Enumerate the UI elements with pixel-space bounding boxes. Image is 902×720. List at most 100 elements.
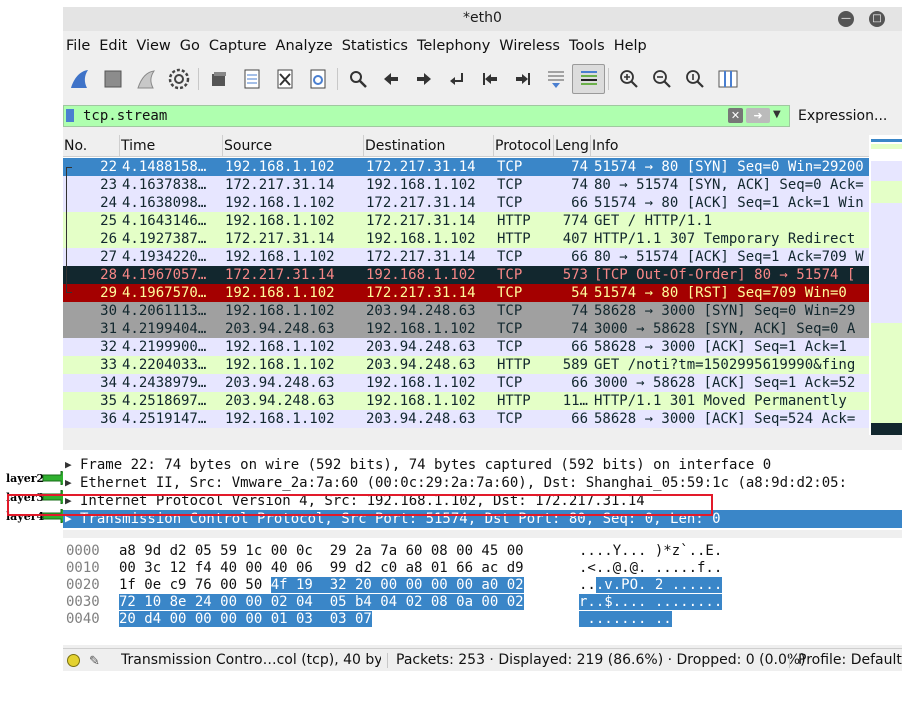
menu-analyze[interactable]: Analyze: [273, 35, 339, 57]
menu-view[interactable]: View: [133, 35, 176, 57]
menu-help[interactable]: Help: [611, 35, 653, 57]
packet-row[interactable]: 35 4.2518697… 203.94.248.63 192.168.1.102 HT…: [63, 392, 869, 410]
packet-cell-len: 74: [571, 303, 588, 319]
restart-fin-icon[interactable]: [129, 64, 162, 94]
first-packet-icon[interactable]: [473, 64, 506, 94]
packet-row[interactable]: 33 4.2204033… 192.168.1.102 203.94.248.63 HT…: [63, 356, 869, 374]
zoom-in-icon[interactable]: [612, 64, 645, 94]
filter-history-chevron-down-icon[interactable]: ▼: [773, 109, 781, 120]
menu-telephony[interactable]: Telephony: [414, 35, 496, 57]
column-header-length[interactable]: Leng: [554, 135, 591, 157]
menu-wireless[interactable]: Wireless: [496, 35, 566, 57]
bytes-offset: 0030: [66, 594, 100, 610]
go-forward-icon[interactable]: [407, 64, 440, 94]
packet-row[interactable]: 36 4.2519147… 192.168.1.102 203.94.248.63 TC…: [63, 410, 869, 428]
column-header-source[interactable]: Source: [223, 135, 364, 157]
packet-list-minimap[interactable]: [871, 135, 902, 435]
column-header-no[interactable]: No.: [63, 135, 120, 157]
menu-capture[interactable]: Capture: [206, 35, 273, 57]
packet-row[interactable]: 26 4.1927387… 172.217.31.14 192.168.1.102 HT…: [63, 230, 869, 248]
bytes-hex-plain: 1f 0e c9 76 00 50: [119, 577, 271, 593]
minimize-button[interactable]: —: [838, 11, 854, 27]
column-header-protocol[interactable]: Protocol: [494, 135, 554, 157]
bytes-hex-plain: 00 3c 12 f4 40 00 40 06 99 d2 c0 a8 01 6…: [119, 560, 524, 576]
packet-cell-no: 33: [100, 357, 117, 373]
packet-row[interactable]: 28 4.1967057… 172.217.31.14 192.168.1.102 TC…: [63, 266, 869, 284]
bytes-hex-highlight: 72 10 8e 24 00 00 02 04 05 b4 04 02 08 0…: [119, 594, 524, 610]
last-packet-icon[interactable]: [506, 64, 539, 94]
packet-details-pane: ▶ Frame 22: 74 bytes on wire (592 bits), …: [63, 450, 902, 530]
filter-bookmark-icon[interactable]: [66, 109, 74, 122]
go-to-packet-icon[interactable]: [440, 64, 473, 94]
packet-row[interactable]: 27 4.1934220… 192.168.1.102 172.217.31.14 TC…: [63, 248, 869, 266]
capture-comment-icon[interactable]: ✎: [89, 651, 100, 671]
menu-file[interactable]: File: [63, 35, 96, 57]
clear-filter-icon[interactable]: ✕: [728, 108, 743, 123]
open-folder-icon[interactable]: [202, 64, 235, 94]
column-header-info[interactable]: Info: [591, 135, 869, 157]
packet-cell-info: HTTP/1.1 301 Moved Permanently: [594, 393, 847, 409]
column-header-time[interactable]: Time: [120, 135, 223, 157]
menu-edit[interactable]: Edit: [96, 35, 133, 57]
packet-list-horizontal-scrollbar[interactable]: [63, 428, 869, 435]
save-file-icon[interactable]: [235, 64, 268, 94]
expand-arrow-icon[interactable]: ▶: [65, 474, 72, 492]
packet-row[interactable]: 22 4.1488158… 192.168.1.102 172.217.31.14 TC…: [63, 158, 869, 176]
bytes-ascii-plain: ..: [579, 577, 596, 593]
packet-cell-info: [TCP Out-Of-Order] 80 → 51574 [: [594, 267, 856, 283]
bytes-ascii: ....Y... )*z`..E.: [579, 543, 722, 560]
display-filter-input[interactable]: tcp.stream: [63, 105, 790, 127]
resize-columns-icon[interactable]: [711, 64, 744, 94]
packet-cell-info: 51574 → 80 [SYN] Seq=0 Win=29200: [594, 159, 864, 175]
packet-cell-time: 4.2518697…: [122, 393, 207, 409]
packet-row[interactable]: 23 4.1637838… 172.217.31.14 192.168.1.102 TC…: [63, 176, 869, 194]
detail-row-frame[interactable]: ▶ Frame 22: 74 bytes on wire (592 bits), …: [63, 456, 902, 474]
expand-arrow-icon[interactable]: ▶: [65, 456, 72, 474]
menu-tools[interactable]: Tools: [566, 35, 611, 57]
packet-cell-dst: 192.168.1.102: [366, 321, 476, 337]
bytes-ascii: r..$.... ........: [579, 594, 723, 611]
bytes-hex: 72 10 8e 24 00 00 02 04 05 b4 04 02 08 0…: [119, 594, 524, 611]
stop-square-icon[interactable]: [96, 64, 129, 94]
column-header-destination[interactable]: Destination: [364, 135, 494, 157]
packet-row[interactable]: 32 4.2199900… 192.168.1.102 203.94.248.63 TC…: [63, 338, 869, 356]
minimap-mark: [871, 181, 902, 203]
packet-cell-len: 407: [562, 231, 588, 247]
window-title: *eth0: [463, 10, 502, 26]
autoscroll-icon[interactable]: [539, 64, 572, 94]
packet-cell-src: 192.168.1.102: [225, 339, 335, 355]
packet-cell-len: 74: [571, 159, 588, 175]
status-profile[interactable]: Profile: Default: [798, 649, 902, 671]
packet-row[interactable]: 30 4.2061113… 192.168.1.102 203.94.248.63 TC…: [63, 302, 869, 320]
packet-cell-no: 32: [100, 339, 117, 355]
expert-info-icon[interactable]: [67, 654, 80, 667]
zoom-out-icon[interactable]: [645, 64, 678, 94]
packet-cell-dst: 172.217.31.14: [366, 195, 476, 211]
packet-row[interactable]: 24 4.1638098… 192.168.1.102 172.217.31.14 TC…: [63, 194, 869, 212]
packet-row[interactable]: 31 4.2199404… 203.94.248.63 192.168.1.102 TC…: [63, 320, 869, 338]
packet-cell-len: 54: [571, 285, 588, 301]
find-icon[interactable]: [341, 64, 374, 94]
expression-button[interactable]: Expression...: [798, 105, 887, 127]
shark-fin-icon[interactable]: [63, 64, 96, 94]
go-back-icon[interactable]: [374, 64, 407, 94]
packet-row[interactable]: 34 4.2438979… 203.94.248.63 192.168.1.102 TC…: [63, 374, 869, 392]
packet-cell-src: 192.168.1.102: [225, 249, 335, 265]
packet-cell-info: 80 → 51574 [ACK] Seq=1 Ack=709 W: [594, 249, 864, 265]
apply-filter-icon[interactable]: ➜: [746, 108, 770, 123]
packet-row[interactable]: 25 4.1643146… 192.168.1.102 172.217.31.14 HT…: [63, 212, 869, 230]
menu-statistics[interactable]: Statistics: [339, 35, 414, 57]
options-gear-icon[interactable]: [162, 64, 195, 94]
packet-cell-time: 4.2204033…: [122, 357, 207, 373]
reload-icon[interactable]: [301, 64, 334, 94]
menu-go[interactable]: Go: [177, 35, 206, 57]
packet-cell-no: 34: [100, 375, 117, 391]
packet-row[interactable]: 29 4.1967570… 192.168.1.102 172.217.31.14 TC…: [63, 284, 869, 302]
colorize-icon[interactable]: [572, 64, 605, 94]
packet-cell-dst: 192.168.1.102: [366, 177, 476, 193]
normal-size-icon[interactable]: [678, 64, 711, 94]
maximize-button[interactable]: □: [869, 11, 885, 27]
packet-cell-src: 172.217.31.14: [225, 231, 335, 247]
detail-row-ethernet[interactable]: ▶ Ethernet II, Src: Vmware_2a:7a:60 (00:0…: [63, 474, 902, 492]
close-file-icon[interactable]: [268, 64, 301, 94]
